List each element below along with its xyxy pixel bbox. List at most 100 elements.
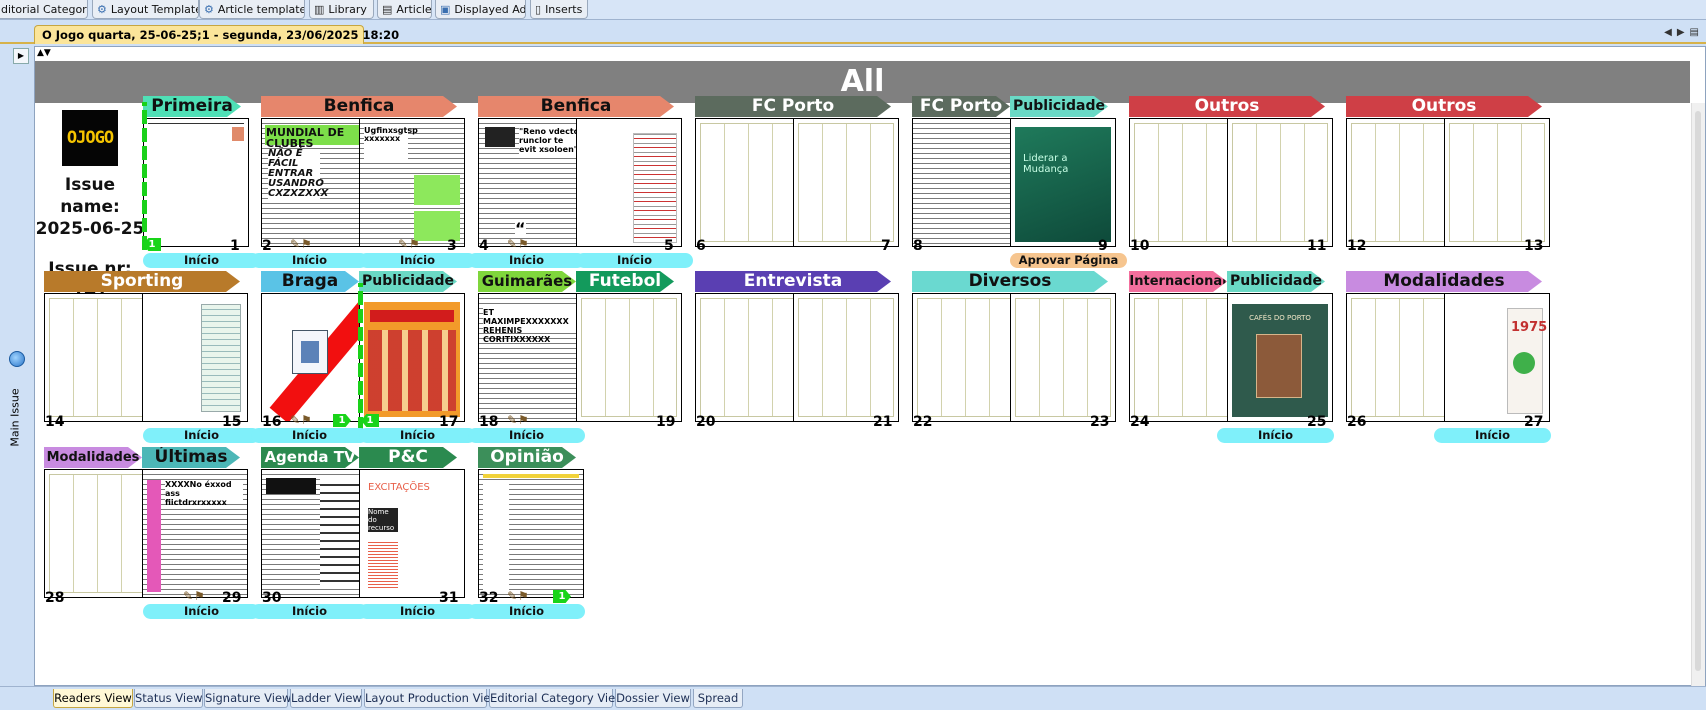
page-thumb-12[interactable] bbox=[1346, 118, 1452, 247]
section-banner[interactable]: Publicidade bbox=[1227, 271, 1325, 292]
status-pill[interactable]: Início bbox=[468, 604, 585, 619]
page-thumb-5[interactable] bbox=[576, 118, 682, 247]
page-thumb-28[interactable] bbox=[44, 469, 150, 598]
section-banner[interactable]: Publicidade bbox=[1010, 96, 1108, 117]
status-pill[interactable]: Início bbox=[143, 428, 260, 443]
vertical-scrollbar[interactable] bbox=[1691, 103, 1705, 687]
tab-article[interactable]: ▤ Article bbox=[377, 0, 432, 19]
section-banner[interactable]: Agenda TV bbox=[261, 447, 359, 468]
page-thumb-7[interactable] bbox=[793, 118, 899, 247]
page-thumb-3[interactable]: Ugfinxsgtsp xxxxxxx bbox=[359, 118, 465, 247]
status-pill[interactable]: Início bbox=[468, 428, 585, 443]
page-thumb-17[interactable] bbox=[359, 293, 465, 422]
section-banner[interactable]: Internacional bbox=[1129, 271, 1227, 292]
status-pill[interactable]: Início bbox=[251, 253, 368, 268]
tab-spread[interactable]: Spread bbox=[693, 689, 743, 708]
edit-flag-icons[interactable]: ✎⚑ bbox=[507, 413, 530, 427]
status-pill[interactable]: Início bbox=[359, 428, 476, 443]
page-thumb-2[interactable]: MUNDIAL DE CLUBES NÃO É FÁCIL ENTRAR USA… bbox=[261, 118, 367, 247]
status-pill[interactable]: Início bbox=[143, 253, 260, 268]
section-banner[interactable]: P&C bbox=[359, 447, 457, 468]
page-thumb-26[interactable] bbox=[1346, 293, 1452, 422]
page-thumb-29[interactable]: XXXXNo éxxod ass fiictdrxrxxxxx bbox=[142, 469, 248, 598]
tab-editorial-categories[interactable]: ditorial Categories bbox=[0, 0, 88, 19]
page-thumb-9[interactable]: Liderar a Mudança bbox=[1010, 118, 1116, 247]
tab-editorial-category-view[interactable]: Editorial Category View bbox=[489, 689, 625, 708]
tab-inserts[interactable]: ▯ Inserts bbox=[530, 0, 588, 19]
tab-dossier-view[interactable]: Dossier View bbox=[615, 689, 691, 708]
page-thumb-15[interactable] bbox=[142, 293, 248, 422]
section-banner[interactable]: Últimas bbox=[142, 447, 240, 468]
section-banner[interactable]: Modalidades bbox=[1346, 271, 1542, 292]
section-banner[interactable]: Guimarães bbox=[478, 271, 576, 292]
expand-panel-button[interactable]: ▶ bbox=[13, 48, 29, 64]
tab-signature-view[interactable]: Signature View bbox=[204, 689, 291, 708]
status-pill[interactable]: Início bbox=[1217, 428, 1334, 443]
page-thumb-21[interactable] bbox=[793, 293, 899, 422]
tab-ladder-view[interactable]: Ladder View bbox=[290, 689, 362, 708]
page-thumb-31[interactable]: EXCITAÇÕES Nome do recurso bbox=[359, 469, 465, 598]
tab-library[interactable]: ▥ Library bbox=[309, 0, 374, 19]
collapse-toggle-icon[interactable]: ▲▼ bbox=[37, 48, 51, 58]
section-banner[interactable]: Modalidades bbox=[44, 447, 142, 468]
section-banner[interactable]: Publicidade bbox=[359, 271, 457, 292]
page-thumb-10[interactable] bbox=[1129, 118, 1235, 247]
section-banner[interactable]: Benfica bbox=[261, 96, 457, 117]
page-thumb-24[interactable] bbox=[1129, 293, 1235, 422]
tab-displayed-ads[interactable]: ▣ Displayed Ads bbox=[435, 0, 526, 19]
page-thumb-11[interactable] bbox=[1227, 118, 1333, 247]
section-banner[interactable]: FC Porto bbox=[695, 96, 891, 117]
edit-flag-icons[interactable]: ✎⚑ bbox=[290, 413, 313, 427]
page-thumb-22[interactable] bbox=[912, 293, 1018, 422]
tab-readers-view[interactable]: Readers View bbox=[53, 689, 133, 708]
tab-scroll-arrows[interactable]: ◀▶▤ bbox=[1664, 27, 1704, 38]
page-thumb-4[interactable]: "Reno vdecto runclor te evit xsoloen" “ bbox=[478, 118, 584, 247]
status-pill[interactable]: Início bbox=[143, 604, 260, 619]
page-thumb-27[interactable]: 1975 bbox=[1444, 293, 1550, 422]
page-thumb-19[interactable] bbox=[576, 293, 682, 422]
tab-layout-templates[interactable]: ⚙ Layout Templates bbox=[92, 0, 199, 19]
page-thumb-6[interactable] bbox=[695, 118, 801, 247]
status-pill-approve[interactable]: Aprovar Página bbox=[1010, 253, 1127, 268]
edit-flag-icons[interactable]: ✎⚑ bbox=[507, 589, 530, 603]
edit-flag-icons[interactable]: ✎⚑ bbox=[183, 589, 206, 603]
section-banner[interactable]: Benfica bbox=[478, 96, 674, 117]
section-banner[interactable]: Outros bbox=[1129, 96, 1325, 117]
page-thumb-25[interactable]: CAFÉS DO PORTO bbox=[1227, 293, 1333, 422]
document-tab[interactable]: O Jogo quarta, 25-06-25;1 - segunda, 23/… bbox=[34, 25, 399, 44]
tab-layout-production-view[interactable]: Layout Production View bbox=[364, 689, 500, 708]
section-banner[interactable]: Primeira bbox=[143, 96, 241, 117]
section-banner[interactable]: Diversos bbox=[912, 271, 1108, 292]
scrollbar-thumb[interactable] bbox=[1695, 111, 1701, 671]
section-banner[interactable]: Opinião bbox=[478, 447, 576, 468]
page-thumb-32[interactable] bbox=[478, 469, 584, 598]
page-thumb-20[interactable] bbox=[695, 293, 801, 422]
section-banner[interactable]: Entrevista bbox=[695, 271, 891, 292]
status-pill[interactable]: Início bbox=[359, 604, 476, 619]
tab-status-view[interactable]: Status View bbox=[134, 689, 203, 708]
page-thumb-16[interactable] bbox=[261, 293, 367, 422]
status-pill[interactable]: Início bbox=[251, 604, 368, 619]
tab-article-templates[interactable]: ⚙ Article templates bbox=[199, 0, 305, 19]
page-thumb-30[interactable] bbox=[261, 469, 367, 598]
section-banner[interactable]: Outros bbox=[1346, 96, 1542, 117]
status-pill[interactable]: Início bbox=[468, 253, 585, 268]
status-pill[interactable]: Início bbox=[576, 253, 693, 268]
page-thumb-18[interactable]: ET MAXIMPEXXXXXXX REHENIS CORITIXXXXXX bbox=[478, 293, 584, 422]
edit-flag-icons[interactable]: ✎⚑ bbox=[290, 237, 313, 251]
section-banner[interactable]: Braga bbox=[261, 271, 359, 292]
edit-flag-icons[interactable]: ✎⚑ bbox=[507, 237, 530, 251]
main-issue-panel[interactable]: Main Issue bbox=[5, 351, 29, 471]
edit-flag-icons[interactable]: ✎⚑ bbox=[398, 237, 421, 251]
page-thumb-1[interactable] bbox=[143, 118, 249, 247]
status-pill[interactable]: Início bbox=[359, 253, 476, 268]
section-banner[interactable]: Sporting bbox=[44, 271, 240, 292]
page-thumb-8[interactable] bbox=[912, 118, 1018, 247]
page-thumb-13[interactable] bbox=[1444, 118, 1550, 247]
status-pill[interactable]: Início bbox=[1434, 428, 1551, 443]
status-pill[interactable]: Início bbox=[251, 428, 368, 443]
section-banner[interactable]: FC Porto bbox=[912, 96, 1010, 117]
page-thumb-14[interactable] bbox=[44, 293, 150, 422]
page-thumb-23[interactable] bbox=[1010, 293, 1116, 422]
section-banner[interactable]: Futebol bbox=[576, 271, 674, 292]
